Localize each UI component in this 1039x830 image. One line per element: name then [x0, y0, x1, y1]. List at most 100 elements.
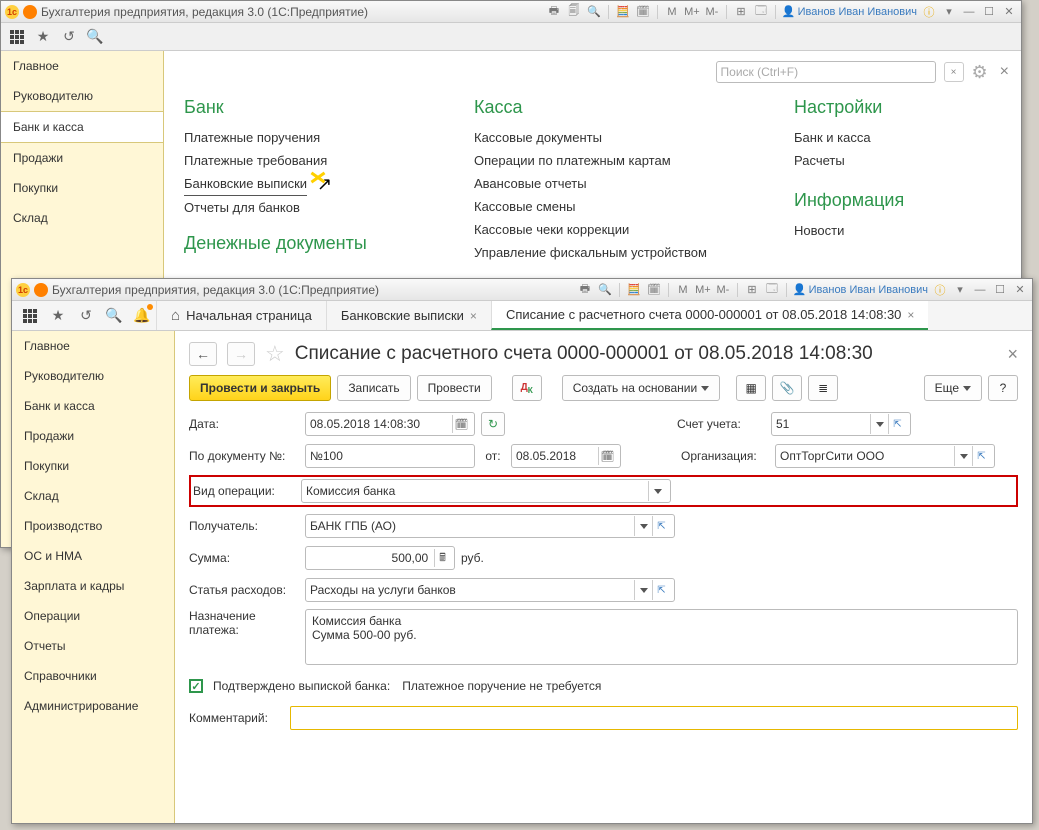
open-icon[interactable]: ⇱ [652, 580, 670, 600]
menu-icon[interactable] [23, 5, 37, 19]
input-org[interactable]: ОптТоргСити ООО ⇱ [775, 444, 995, 468]
sidebar-item[interactable]: Банк и касса [12, 391, 174, 421]
input-statya[interactable]: Расходы на услуги банков ⇱ [305, 578, 675, 602]
input-vid-op[interactable]: Комиссия банка [301, 479, 671, 503]
dropdown-icon[interactable] [634, 516, 652, 536]
open-icon[interactable]: ⇱ [972, 446, 990, 466]
sidebar-item[interactable]: Продажи [12, 421, 174, 451]
star-icon[interactable]: ★ [33, 27, 53, 47]
calendar-icon[interactable]: 🗓 [452, 415, 470, 433]
star-icon[interactable]: ★ [44, 301, 72, 330]
nav-link[interactable]: Платежные поручения [184, 126, 454, 149]
toolbar-m-icon[interactable]: M [664, 4, 680, 20]
nav-link[interactable]: Расчеты [794, 149, 994, 172]
maximize-icon[interactable]: ☐ [981, 4, 997, 20]
toolbar-mminus-icon[interactable]: M- [704, 4, 720, 20]
gear-icon[interactable]: ⚙ [972, 62, 988, 83]
nav-link[interactable]: Банк и касса [794, 126, 994, 149]
dropdown-icon[interactable] [870, 414, 888, 434]
nav-back-button[interactable]: ← [189, 342, 217, 366]
nav-link[interactable]: Кассовые документы [474, 126, 774, 149]
input-poluch[interactable]: БАНК ГПБ (АО) ⇱ [305, 514, 675, 538]
toolbar-icon[interactable]: 🗐 [566, 4, 582, 20]
nav-link[interactable]: Платежные требования [184, 149, 454, 172]
toolbar-icon[interactable]: ⊞ [733, 4, 749, 20]
refresh-button[interactable]: ↻ [481, 412, 505, 436]
close-doc-icon[interactable]: × [1007, 344, 1018, 365]
nav-link[interactable]: Кассовые смены [474, 195, 774, 218]
sidebar-item[interactable]: Операции [12, 601, 174, 631]
checkbox-confirmed[interactable]: ✓ [189, 679, 203, 693]
tab-document[interactable]: Списание с расчетного счета 0000-000001 … [491, 301, 928, 330]
toolbar-icon[interactable]: ⊞ [744, 282, 760, 298]
user-label[interactable]: 👤 Иванов Иван Иванович [782, 5, 917, 18]
provesti-button[interactable]: Провести [417, 375, 492, 401]
toolbar-icon[interactable]: 🗓 [635, 4, 651, 20]
history-icon[interactable]: ↺ [72, 301, 100, 330]
toolbar-icon[interactable]: 🖶 [546, 4, 562, 20]
sidebar-item[interactable]: Руководителю [12, 361, 174, 391]
close-icon[interactable]: ✕ [1012, 282, 1028, 298]
sidebar-item[interactable]: Покупки [12, 451, 174, 481]
toolbar-mplus-icon[interactable]: M+ [684, 4, 700, 20]
toolbar-icon[interactable]: 🗓 [646, 282, 662, 298]
sidebar-item[interactable]: Главное [1, 51, 163, 81]
search-icon[interactable]: 🔍 [85, 27, 105, 47]
clear-search-button[interactable]: × [944, 62, 964, 82]
dropdown-icon[interactable] [954, 446, 972, 466]
sidebar-item[interactable]: Справочники [12, 661, 174, 691]
input-docno[interactable]: №100 [305, 444, 475, 468]
toolbar-icon[interactable]: 🗔 [764, 282, 780, 298]
maximize-icon[interactable]: ☐ [992, 282, 1008, 298]
attach-button[interactable]: 📎 [772, 375, 802, 401]
sidebar-item[interactable]: Производство [12, 511, 174, 541]
input-summa[interactable]: 500,00 🖩 [305, 546, 455, 570]
nav-forward-button[interactable]: → [227, 342, 255, 366]
search-icon[interactable]: 🔍 [100, 301, 128, 330]
structure-button[interactable]: ▦ [736, 375, 766, 401]
input-data[interactable]: 08.05.2018 14:08:30 🗓 [305, 412, 475, 436]
sidebar-item[interactable]: ОС и НМА [12, 541, 174, 571]
sidebar-item[interactable]: Продажи [1, 143, 163, 173]
input-comment[interactable] [290, 706, 1018, 730]
sidebar-item[interactable]: Склад [12, 481, 174, 511]
eshe-button[interactable]: Еще [924, 375, 982, 401]
favorite-icon[interactable]: ☆ [265, 341, 285, 367]
search-input[interactable]: Поиск (Ctrl+F) [716, 61, 936, 83]
toolbar-icon[interactable]: 🔍 [597, 282, 613, 298]
sidebar-item[interactable]: Главное [12, 331, 174, 361]
history-icon[interactable]: ↺ [59, 27, 79, 47]
nav-link[interactable]: Управление фискальным устройством [474, 241, 774, 264]
open-icon[interactable]: ⇱ [888, 414, 906, 434]
help-button[interactable]: ? [988, 375, 1018, 401]
sidebar-item-active[interactable]: Банк и касса [1, 111, 163, 143]
sidebar-item[interactable]: Руководителю [1, 81, 163, 111]
info-icon[interactable]: ⓘ [921, 4, 937, 20]
minimize-icon[interactable]: — [961, 4, 977, 20]
calendar-icon[interactable]: 🗓 [598, 447, 616, 465]
toolbar-icon[interactable]: 🖶 [577, 282, 593, 298]
toolbar-mplus-icon[interactable]: M+ [695, 282, 711, 298]
toolbar-icon[interactable]: 🧮 [615, 4, 631, 20]
tab-bank-statements[interactable]: Банковские выписки× [326, 301, 491, 330]
bell-icon[interactable]: 🔔 [128, 301, 156, 330]
dropdown-icon[interactable]: ▾ [952, 282, 968, 298]
dropdown-icon[interactable]: ▾ [941, 4, 957, 20]
toolbar-icon[interactable]: 🧮 [626, 282, 642, 298]
provesti-zakryt-button[interactable]: Провести и закрыть [189, 375, 331, 401]
toolbar-mminus-icon[interactable]: M- [715, 282, 731, 298]
calc-icon[interactable]: 🖩 [434, 549, 450, 567]
tab-home[interactable]: ⌂Начальная страница [156, 301, 326, 330]
nav-link[interactable]: Новости [794, 219, 994, 242]
user-label[interactable]: 👤 Иванов Иван Иванович [793, 283, 928, 296]
apps-icon[interactable] [7, 27, 27, 47]
nav-link[interactable]: Отчеты для банков [184, 196, 454, 219]
close-panel-icon[interactable]: × [1000, 63, 1009, 81]
nav-link[interactable]: Операции по платежным картам [474, 149, 774, 172]
sidebar-item[interactable]: Администрирование [12, 691, 174, 721]
toolbar-icon[interactable]: 🔍 [586, 4, 602, 20]
input-ot-date[interactable]: 08.05.2018 🗓 [511, 444, 621, 468]
info-icon[interactable]: ⓘ [932, 282, 948, 298]
nav-link-highlighted[interactable]: Банковские выписки [184, 172, 307, 196]
dk-button[interactable]: ДК [512, 375, 542, 401]
